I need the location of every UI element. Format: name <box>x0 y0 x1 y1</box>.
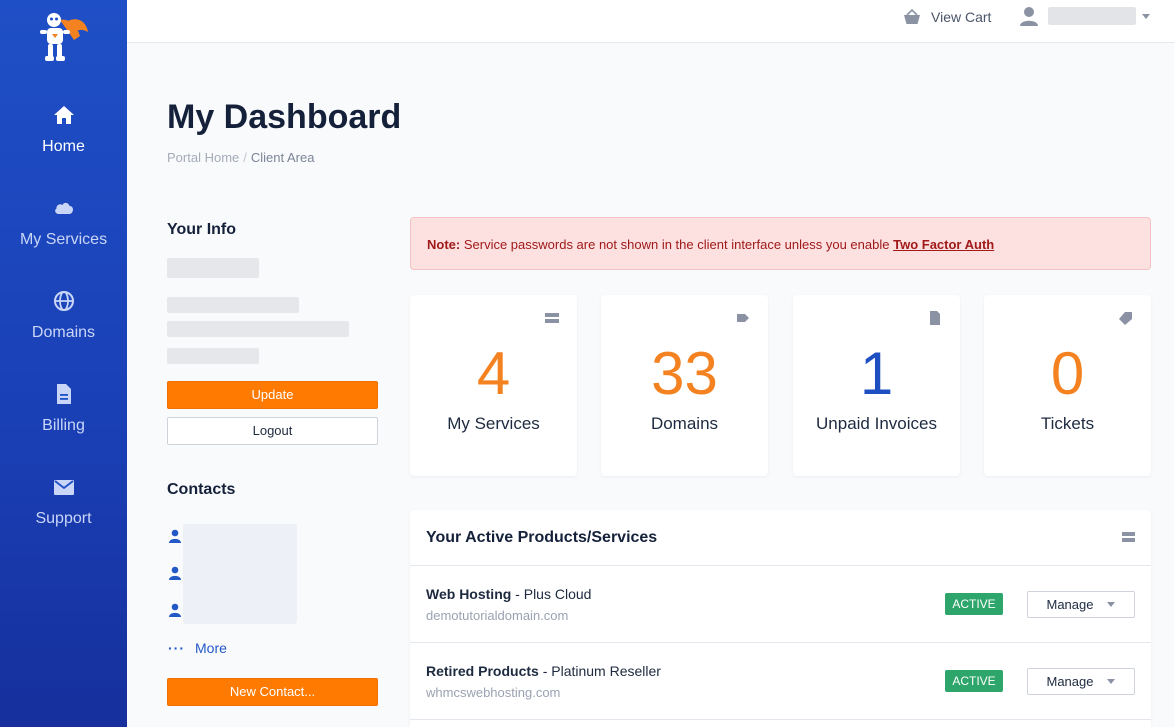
stat-card-services[interactable]: 4 My Services <box>410 295 577 476</box>
user-name-redacted <box>1048 7 1136 25</box>
sidebar-item-support[interactable]: Support <box>0 476 127 556</box>
stat-card-tickets[interactable]: 0 Tickets <box>984 295 1151 476</box>
user-menu[interactable] <box>1020 6 1150 26</box>
stat-label: Tickets <box>1040 414 1095 433</box>
contact-user-icon <box>169 566 181 580</box>
two-factor-alert: Note: Service passwords are not shown in… <box>410 217 1151 270</box>
manage-dropdown-button[interactable]: Manage <box>1027 591 1135 618</box>
two-factor-auth-link[interactable]: Two Factor Auth <box>893 237 994 252</box>
status-badge: ACTIVE <box>945 593 1003 615</box>
server-icon <box>545 313 559 323</box>
chevron-down-icon <box>1142 13 1150 19</box>
breadcrumb: Portal Home / Client Area <box>167 150 314 165</box>
status-badge: ACTIVE <box>945 670 1003 692</box>
sidebar-item-label: Domains <box>31 324 96 341</box>
ellipsis-icon: ··· <box>168 640 185 656</box>
alert-prefix: Note: <box>427 237 461 252</box>
sidebar-item-my-services[interactable]: My Services <box>0 197 127 277</box>
stat-label: Domains <box>650 414 719 433</box>
breadcrumb-client-area: Client Area <box>250 150 315 165</box>
cloud-icon <box>54 202 73 214</box>
stat-value: 0 <box>1050 340 1085 407</box>
product-group: Retired Products <box>426 663 539 679</box>
sidebar-item-label: Billing <box>42 417 85 434</box>
tag-icon <box>737 314 749 322</box>
stat-card-domains[interactable]: 33 Domains <box>601 295 768 476</box>
stat-card-invoices[interactable]: 1 Unpaid Invoices <box>793 295 960 476</box>
sidebar-item-home[interactable]: Home <box>0 104 127 184</box>
sidebar-item-domains[interactable]: Domains <box>0 290 127 370</box>
contacts-list-redacted[interactable] <box>183 524 297 624</box>
active-products-panel: Your Active Products/Services Web Hostin… <box>410 510 1151 727</box>
product-name: Retired Products - Platinum Reseller <box>426 663 661 679</box>
update-button[interactable]: Update <box>167 381 378 409</box>
info-line-redacted <box>167 297 299 313</box>
globe-icon <box>53 291 74 311</box>
breadcrumb-separator: / <box>243 150 247 165</box>
view-cart-label: View Cart <box>931 9 992 25</box>
info-line-redacted <box>167 348 259 364</box>
manage-label: Manage <box>1046 674 1094 689</box>
sidebar-item-billing[interactable]: Billing <box>0 383 127 463</box>
info-name-redacted <box>167 258 259 278</box>
sidebar-item-label: Home <box>42 138 85 155</box>
manage-label: Manage <box>1046 597 1094 612</box>
ticket-icon <box>1119 312 1132 325</box>
view-cart-link[interactable]: View Cart <box>903 7 991 27</box>
info-line-redacted <box>167 321 349 337</box>
page-title: My Dashboard <box>167 98 402 136</box>
product-name: Web Hosting - Plus Cloud <box>426 586 591 602</box>
more-label: More <box>195 640 227 656</box>
more-contacts-link[interactable]: ··· More <box>168 640 227 656</box>
new-contact-button[interactable]: New Contact... <box>167 678 378 706</box>
logout-button[interactable]: Logout <box>167 417 378 445</box>
document-icon <box>56 384 71 404</box>
product-domain: whmcswebhosting.com <box>426 685 561 700</box>
envelope-icon <box>53 480 74 495</box>
contact-user-icon <box>169 529 181 543</box>
contacts-heading: Contacts <box>167 481 236 498</box>
stat-value: 4 <box>476 340 511 407</box>
stat-label: My Services <box>447 414 540 433</box>
chevron-down-icon <box>1107 679 1116 684</box>
top-bar: View Cart <box>127 0 1174 43</box>
basket-icon <box>904 9 920 24</box>
product-domain: demotutorialdomain.com <box>426 608 569 623</box>
breadcrumb-portal-home[interactable]: Portal Home <box>167 150 239 165</box>
panel-title: Your Active Products/Services <box>426 529 658 546</box>
file-icon <box>930 311 940 325</box>
product-row[interactable]: Retired Products - Platinum Reseller whm… <box>410 643 1151 720</box>
product-group: Web Hosting <box>426 586 512 602</box>
sidebar-item-label: Support <box>35 510 92 527</box>
chevron-down-icon <box>1107 602 1116 607</box>
user-icon <box>1020 7 1038 26</box>
sidebar-item-label: My Services <box>19 231 108 248</box>
home-icon <box>53 106 74 124</box>
manage-dropdown-button[interactable]: Manage <box>1027 668 1135 695</box>
logo-icon[interactable] <box>36 10 90 68</box>
product-row[interactable]: Web Hosting - Plus Cloud demotutorialdom… <box>410 566 1151 643</box>
sidebar: Home My Services Domains Billing Support <box>0 0 127 727</box>
stat-value: 33 <box>651 340 718 407</box>
alert-message: Service passwords are not shown in the c… <box>463 237 890 252</box>
panel-header: Your Active Products/Services <box>410 510 1151 566</box>
product-plan: - Plus Cloud <box>511 586 592 602</box>
server-icon <box>1122 532 1135 542</box>
stat-label: Unpaid Invoices <box>816 414 937 433</box>
stat-value: 1 <box>859 340 894 407</box>
contact-user-icon <box>169 603 181 617</box>
your-info-heading: Your Info <box>167 221 237 238</box>
product-plan: - Platinum Reseller <box>538 663 661 679</box>
